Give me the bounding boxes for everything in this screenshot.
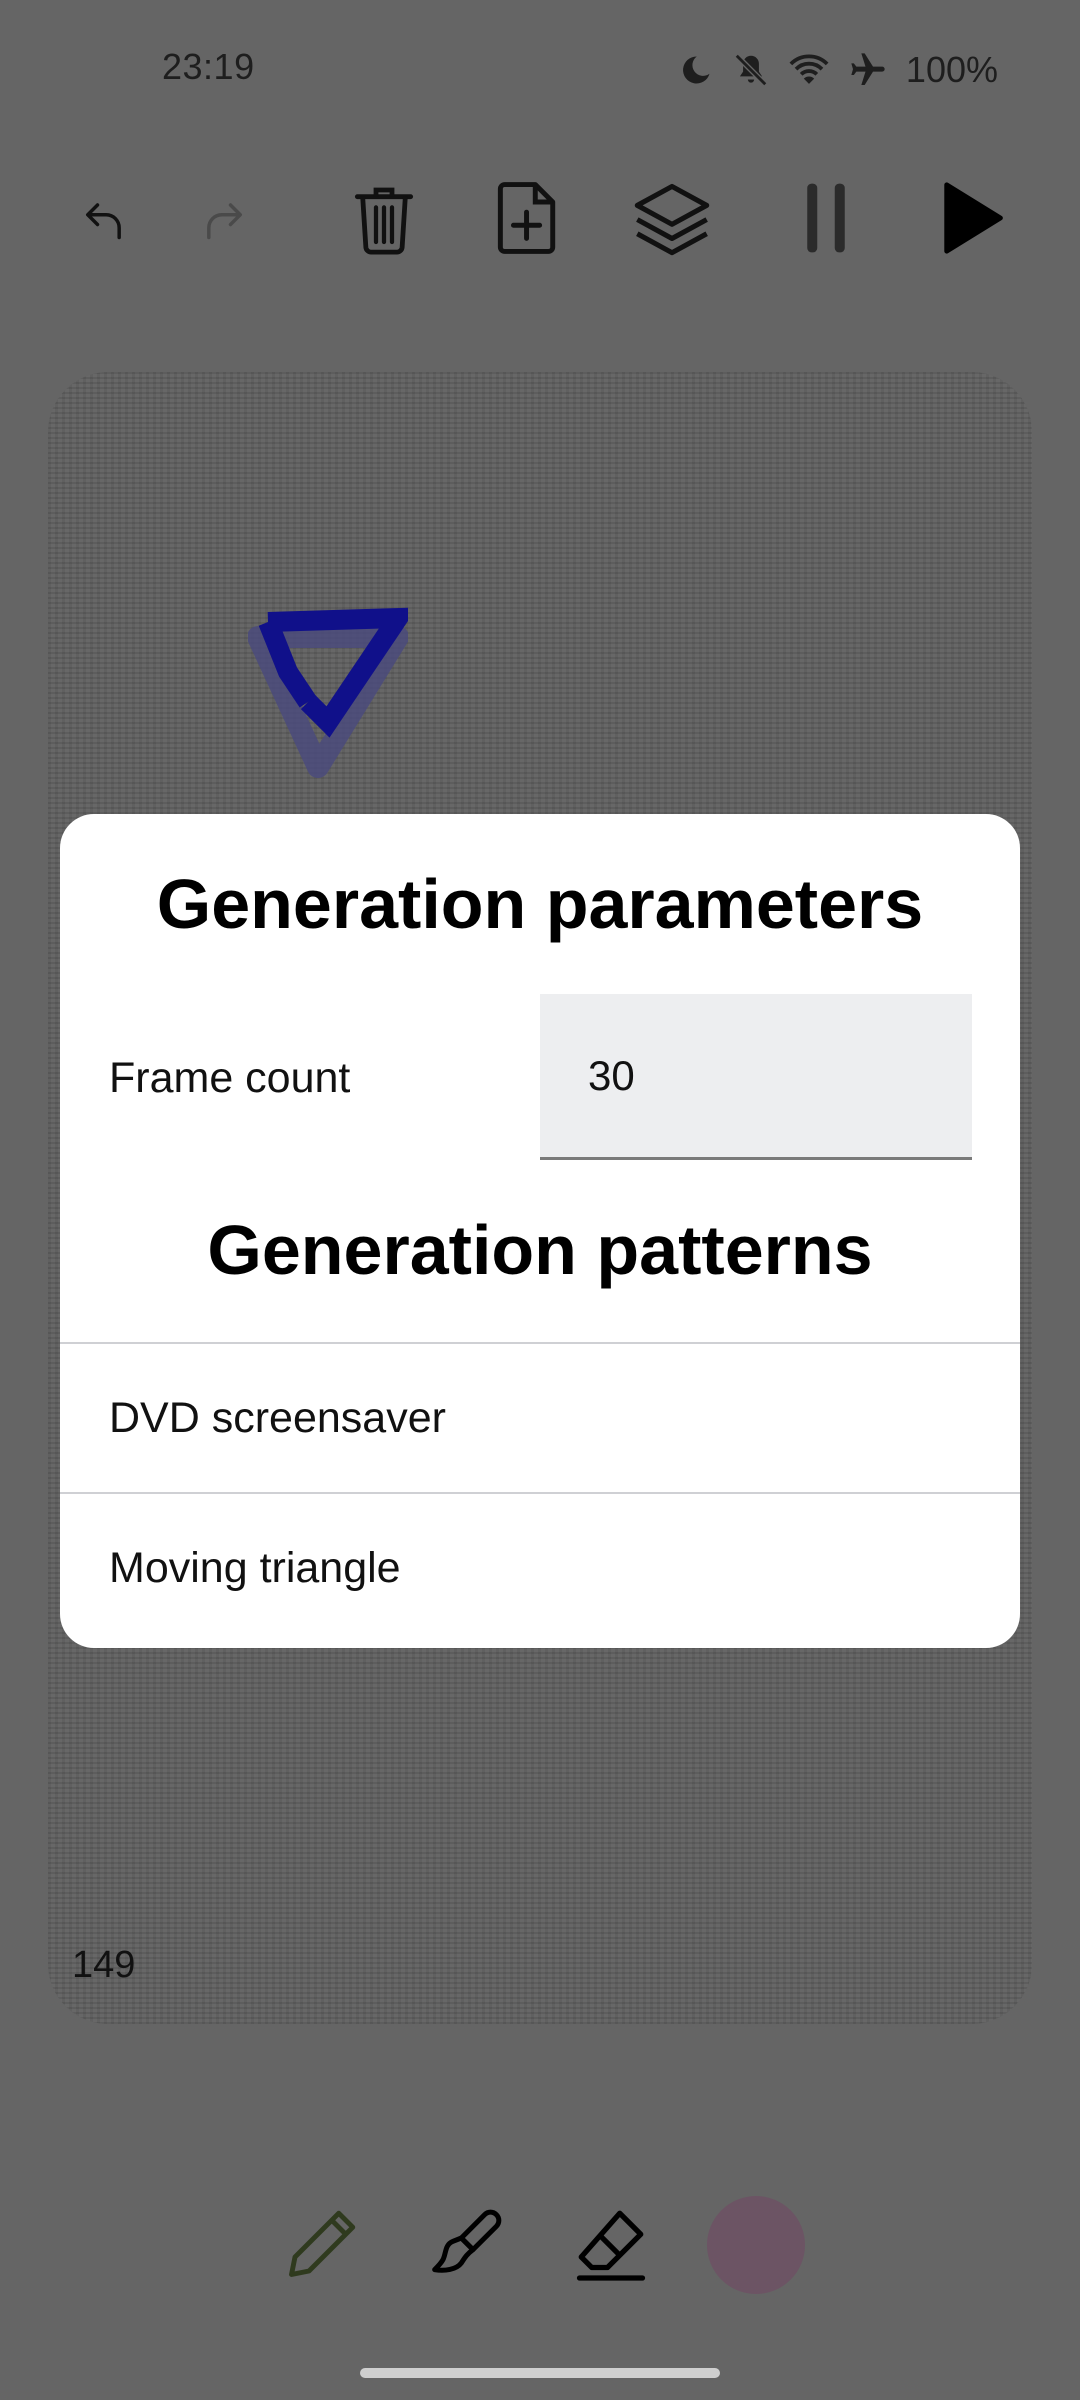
eraser-tool-button[interactable] (551, 2180, 671, 2310)
layers-button[interactable] (612, 160, 732, 280)
top-toolbar (0, 160, 1080, 280)
wifi-icon (788, 51, 830, 89)
brush-tool-button[interactable] (408, 2180, 528, 2310)
pattern-item-dvd-screensaver[interactable]: DVD screensaver (60, 1342, 1020, 1492)
bottom-toolbar (0, 2180, 1080, 2310)
pencil-icon (281, 2201, 365, 2290)
airplane-icon (848, 50, 888, 90)
undo-icon (78, 192, 130, 249)
frame-number: 149 (72, 1944, 136, 1986)
add-frame-button[interactable] (468, 160, 588, 280)
play-icon (940, 180, 1004, 261)
frame-count-input[interactable] (540, 994, 972, 1157)
status-time: 23:19 (162, 46, 255, 87)
frame-count-label: Frame count (109, 1054, 351, 1102)
undo-button[interactable] (44, 160, 164, 280)
color-picker-button[interactable] (707, 2196, 805, 2294)
brush-icon (428, 2203, 508, 2288)
dialog-title: Generation parameters (156, 865, 924, 943)
pause-button[interactable] (766, 160, 886, 280)
canvas-drawing (247, 602, 418, 787)
pencil-tool-button[interactable] (263, 2180, 383, 2310)
battery-percentage: 100% (905, 49, 998, 90)
notifications-off-icon (732, 51, 770, 89)
generation-dialog: Generation parameters Frame count Genera… (60, 814, 1020, 1648)
redo-button[interactable] (164, 160, 284, 280)
frame-count-field (540, 994, 972, 1160)
add-file-icon (496, 180, 560, 261)
home-indicator[interactable] (360, 2368, 720, 2378)
patterns-title: Generation patterns (207, 1211, 873, 1289)
status-icons: 100% (678, 46, 998, 94)
layers-icon (631, 180, 713, 261)
redo-icon (198, 192, 250, 249)
pattern-list: DVD screensaver Moving triangle (60, 1342, 1020, 1642)
play-button[interactable] (912, 160, 1032, 280)
status-bar: 23:19 100% (0, 0, 1080, 140)
eraser-icon (569, 2201, 653, 2290)
delete-frame-button[interactable] (324, 160, 444, 280)
moon-icon (678, 52, 714, 88)
pattern-item-moving-triangle[interactable]: Moving triangle (60, 1492, 1020, 1642)
pause-icon (801, 180, 851, 261)
trash-icon (352, 180, 416, 261)
